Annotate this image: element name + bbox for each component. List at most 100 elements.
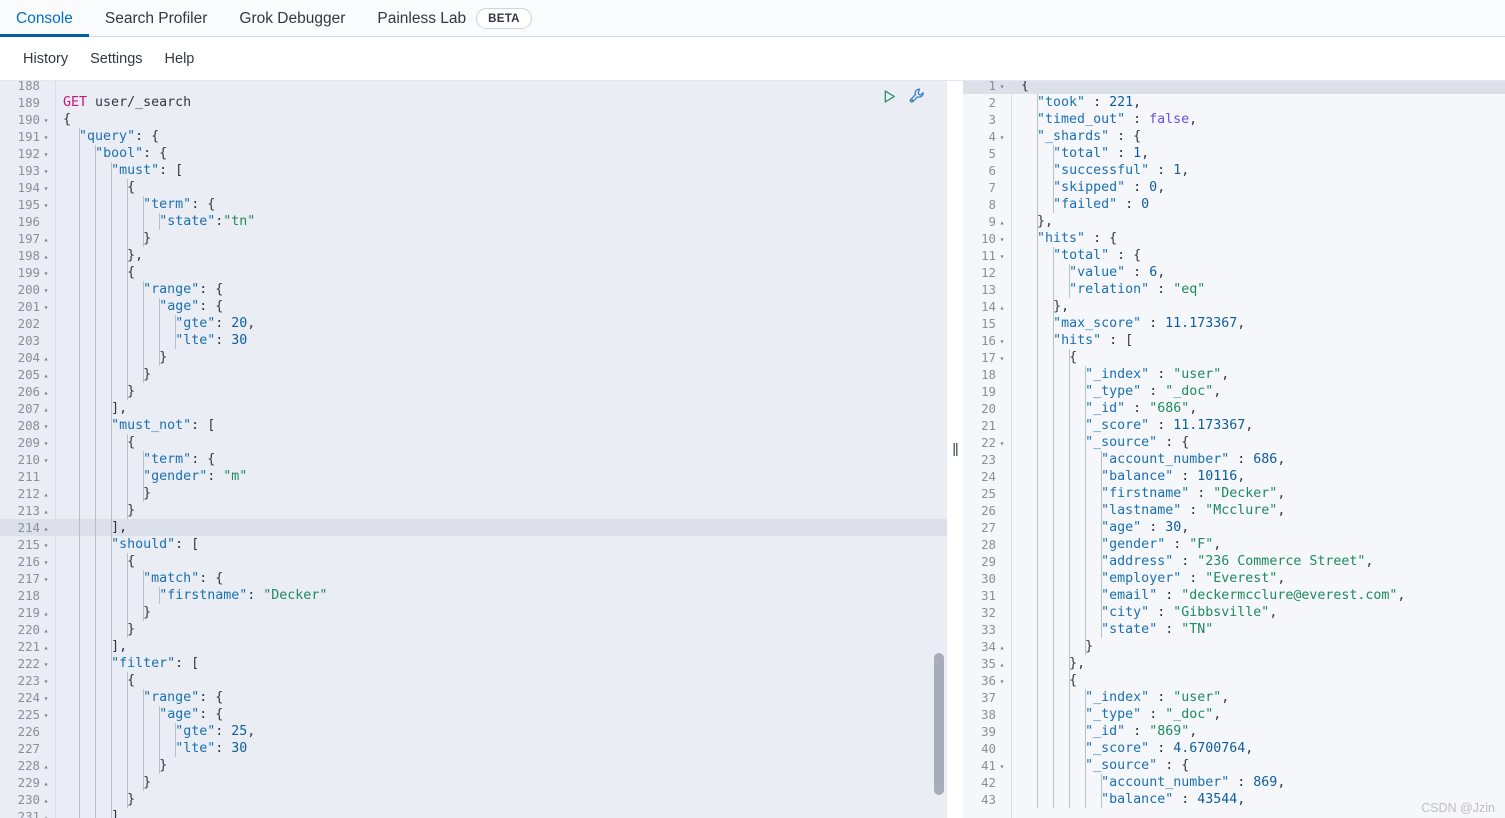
line-number[interactable]: 205 ▴ [0,366,55,383]
fold-toggle-icon[interactable]: ▾ [40,197,52,214]
line-number[interactable]: 206 ▴ [0,383,55,400]
code-line[interactable]: 212 ▴ } [0,485,947,502]
fold-toggle-icon[interactable]: ▾ [40,299,52,316]
code-line[interactable]: 191 ▾ "query": { [0,128,947,145]
subnav-item-history[interactable]: History [12,52,79,67]
line-number[interactable]: 193 ▾ [0,162,55,179]
code-line[interactable]: 217 ▾ "match": { [0,570,947,587]
fold-toggle-icon[interactable]: ▾ [996,81,1008,95]
code-line[interactable]: 35 ▴ }, [963,655,1505,672]
fold-toggle-icon[interactable]: ▾ [40,146,52,163]
fold-toggle-icon[interactable]: ▴ [40,622,52,639]
fold-toggle-icon[interactable]: ▴ [40,520,52,537]
code-line[interactable]: 16 ▾ "hits" : [ [963,332,1505,349]
fold-toggle-icon[interactable]: ▾ [996,673,1008,690]
fold-toggle-icon[interactable]: ▴ [40,503,52,520]
line-number[interactable]: 6 [963,162,1011,179]
line-number[interactable]: 203 [0,332,55,349]
code-line[interactable]: 197 ▴ } [0,230,947,247]
line-number[interactable]: 217 ▾ [0,570,55,587]
line-number[interactable]: 224 ▾ [0,689,55,706]
fold-toggle-icon[interactable]: ▾ [40,571,52,588]
code-line[interactable]: 12 "value" : 6, [963,264,1505,281]
code-line[interactable]: 220 ▴ } [0,621,947,638]
fold-toggle-icon[interactable]: ▴ [40,367,52,384]
code-line[interactable]: 10 ▾ "hits" : { [963,230,1505,247]
line-number[interactable]: 40 [963,740,1011,757]
line-number[interactable]: 4 ▾ [963,128,1011,145]
line-number[interactable]: 227 [0,740,55,757]
line-number[interactable]: 191 ▾ [0,128,55,145]
line-number[interactable]: 39 [963,723,1011,740]
tab-grok-debugger[interactable]: Grok Debugger [223,0,361,37]
line-number[interactable]: 5 [963,145,1011,162]
line-number[interactable]: 41 ▾ [963,757,1011,774]
line-number[interactable]: 216 ▾ [0,553,55,570]
line-number[interactable]: 3 [963,111,1011,128]
request-editor-pane[interactable]: 188 189 GET user/_search 190 ▾ {191 ▾ "query":… [0,81,947,818]
fold-toggle-icon[interactable]: ▾ [40,452,52,469]
line-number[interactable]: 210 ▾ [0,451,55,468]
fold-toggle-icon[interactable]: ▴ [996,214,1008,231]
fold-toggle-icon[interactable]: ▾ [40,656,52,673]
wrench-icon[interactable] [907,86,927,106]
line-number[interactable]: 220 ▴ [0,621,55,638]
code-line[interactable]: 192 ▾ "bool": { [0,145,947,162]
fold-toggle-icon[interactable]: ▴ [40,401,52,418]
fold-toggle-icon[interactable]: ▴ [40,809,52,818]
fold-toggle-icon[interactable]: ▾ [40,690,52,707]
code-line[interactable]: 209 ▾ { [0,434,947,451]
code-line[interactable]: 229 ▴ } [0,774,947,791]
code-line[interactable]: 25 "firstname" : "Decker", [963,485,1505,502]
code-line[interactable]: 4 ▾ "_shards" : { [963,128,1505,145]
tab-console[interactable]: Console [0,0,89,37]
line-number[interactable]: 231 ▴ [0,808,55,818]
line-number[interactable]: 43 [963,791,1011,808]
line-number[interactable]: 211 [0,468,55,485]
code-line[interactable]: 226 "gte": 25, [0,723,947,740]
code-line[interactable]: 21 "_score" : 11.173367, [963,417,1505,434]
code-line[interactable]: 216 ▾ { [0,553,947,570]
line-number[interactable]: 10 ▾ [963,230,1011,247]
fold-toggle-icon[interactable]: ▴ [40,605,52,622]
code-line[interactable]: 32 "city" : "Gibbsville", [963,604,1505,621]
code-line[interactable]: 201 ▾ "age": { [0,298,947,315]
code-line[interactable]: 5 "total" : 1, [963,145,1505,162]
code-line[interactable]: 38 "_type" : "_doc", [963,706,1505,723]
code-line[interactable]: 11 ▾ "total" : { [963,247,1505,264]
fold-toggle-icon[interactable]: ▾ [40,112,52,129]
code-line[interactable]: 41 ▾ "_source" : { [963,757,1505,774]
code-line[interactable]: 14 ▴ }, [963,298,1505,315]
fold-toggle-icon[interactable]: ▴ [996,656,1008,673]
code-line[interactable]: 205 ▴ } [0,366,947,383]
code-line[interactable]: 8 "failed" : 0 [963,196,1505,213]
send-request-play-icon[interactable] [879,86,899,106]
fold-toggle-icon[interactable]: ▴ [40,486,52,503]
request-editor-lines[interactable]: 188 189 GET user/_search 190 ▾ {191 ▾ "query":… [0,81,947,818]
line-number[interactable]: 16 ▾ [963,332,1011,349]
fold-toggle-icon[interactable]: ▴ [40,350,52,367]
line-number[interactable]: 30 [963,570,1011,587]
code-line[interactable]: 213 ▴ } [0,502,947,519]
code-line[interactable]: 195 ▾ "term": { [0,196,947,213]
line-number[interactable]: 21 [963,417,1011,434]
code-line[interactable]: 30 "employer" : "Everest", [963,570,1505,587]
line-number[interactable]: 35 ▴ [963,655,1011,672]
fold-toggle-icon[interactable]: ▾ [40,537,52,554]
code-line[interactable]: 31 "email" : "deckermcclure@everest.com"… [963,587,1505,604]
code-line[interactable]: 190 ▾ { [0,111,947,128]
line-number[interactable]: 201 ▾ [0,298,55,315]
code-line[interactable]: 37 "_index" : "user", [963,689,1505,706]
code-line[interactable]: 221 ▴ ], [0,638,947,655]
code-line[interactable]: 27 "age" : 30, [963,519,1505,536]
fold-toggle-icon[interactable]: ▴ [996,299,1008,316]
line-number[interactable]: 219 ▴ [0,604,55,621]
code-line[interactable]: 218 "firstname": "Decker" [0,587,947,604]
code-line[interactable]: 2 "took" : 221, [963,94,1505,111]
line-number[interactable]: 197 ▴ [0,230,55,247]
line-number[interactable]: 20 [963,400,1011,417]
code-line[interactable]: 39 "_id" : "869", [963,723,1505,740]
fold-toggle-icon[interactable]: ▴ [40,792,52,809]
line-number[interactable]: 225 ▾ [0,706,55,723]
code-line[interactable]: 18 "_index" : "user", [963,366,1505,383]
